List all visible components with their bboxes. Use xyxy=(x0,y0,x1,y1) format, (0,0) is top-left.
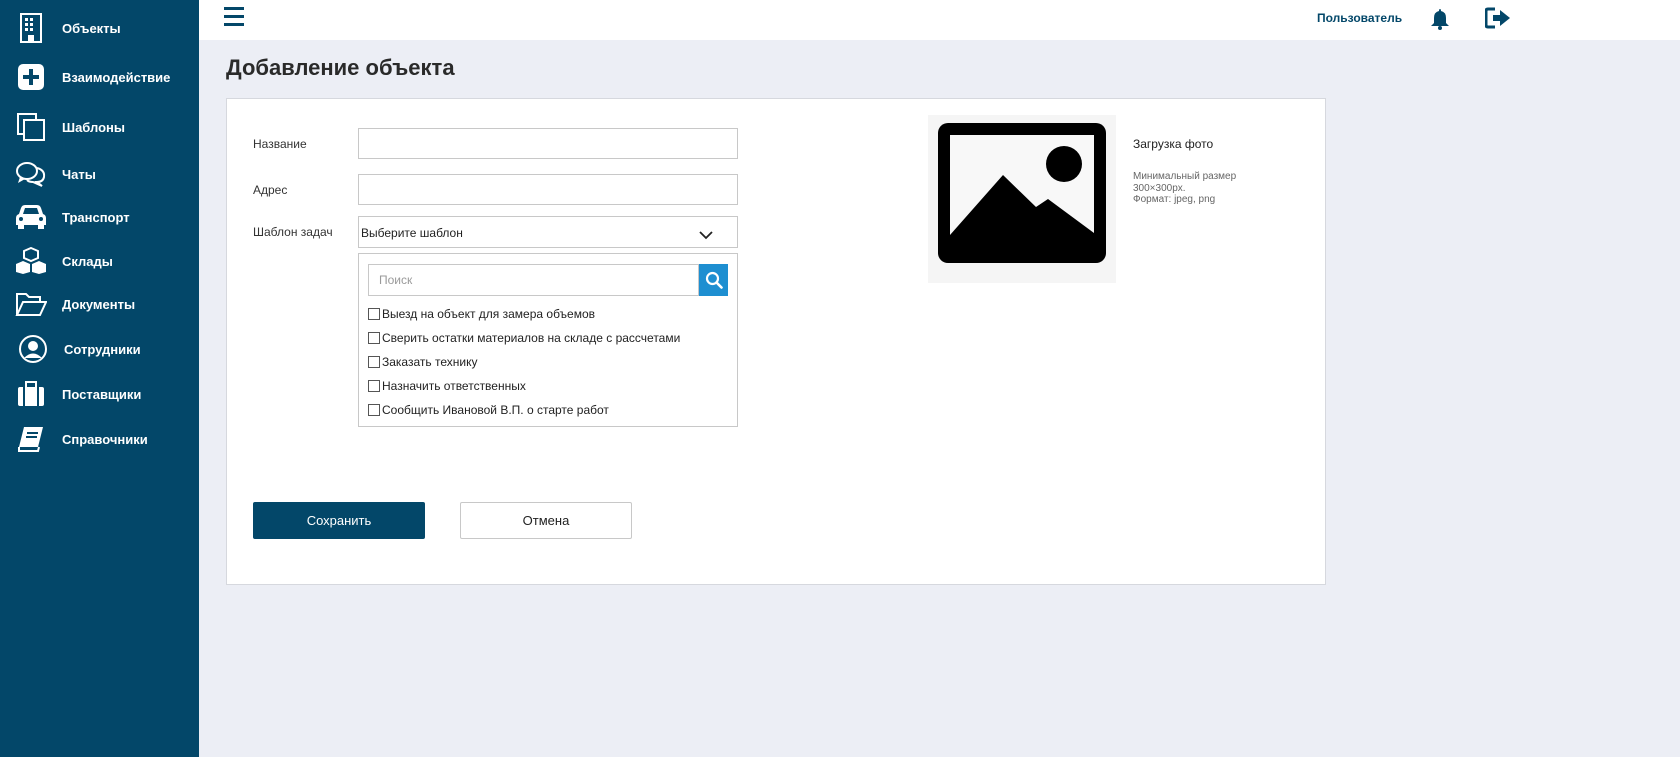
sidebar-item-label: Транспорт xyxy=(62,209,130,225)
sidebar-item-chats[interactable]: Чаты xyxy=(0,154,199,194)
sidebar-item-label: Документы xyxy=(62,296,136,312)
checkbox[interactable] xyxy=(368,308,380,320)
task-option[interactable]: Сообщить Ивановой В.П. о старте работ xyxy=(368,401,609,419)
hamburger-icon[interactable] xyxy=(224,7,244,29)
sidebar-item-documents[interactable]: Документы xyxy=(0,284,199,324)
task-option-label: Сверить остатки материалов на складе с р… xyxy=(382,331,681,345)
bell-icon[interactable] xyxy=(1430,8,1450,30)
upload-title: Загрузка фото xyxy=(1133,137,1214,151)
search-input[interactable] xyxy=(368,264,699,296)
boxes-icon xyxy=(15,245,47,277)
task-option[interactable]: Выезд на объект для замера объемов xyxy=(368,305,595,323)
photo-upload-area[interactable] xyxy=(928,115,1116,283)
save-button[interactable]: Сохранить xyxy=(253,502,425,539)
upload-hint: Минимальный размер xyxy=(1133,171,1237,182)
user-circle-icon xyxy=(17,333,49,365)
name-label: Название xyxy=(253,137,307,151)
sidebar-item-transport[interactable]: Транспорт xyxy=(0,197,199,237)
sidebar-item-suppliers[interactable]: Поставщики xyxy=(0,374,199,414)
task-option-label: Выезд на объект для замера объемов xyxy=(382,307,596,321)
page-title: Добавление объекта xyxy=(226,55,455,80)
sidebar-item-warehouses[interactable]: Склады xyxy=(0,241,199,281)
copy-icon xyxy=(15,111,47,143)
cancel-button[interactable]: Отмена xyxy=(460,502,632,539)
car-icon xyxy=(15,201,47,233)
briefcase-icon xyxy=(15,378,47,410)
building-icon xyxy=(15,12,47,44)
template-select[interactable]: Выберите шаблон xyxy=(358,216,738,248)
checkbox[interactable] xyxy=(368,332,380,344)
sidebar-item-label: Сотрудники xyxy=(64,341,141,357)
task-option-label: Назначить ответственных xyxy=(382,379,526,393)
sidebar-item-label: Склады xyxy=(62,253,113,269)
upload-hint: 300×300px. xyxy=(1133,183,1186,194)
task-option-label: Сообщить Ивановой В.П. о старте работ xyxy=(382,403,609,417)
sidebar-item-objects[interactable]: Объекты xyxy=(0,8,199,48)
sidebar-item-label: Объекты xyxy=(62,20,121,36)
task-option[interactable]: Назначить ответственных xyxy=(368,377,526,395)
sidebar-item-label: Взаимодействие xyxy=(62,69,171,85)
sidebar-item-label: Поставщики xyxy=(62,386,142,402)
sidebar-item-employees[interactable]: Сотрудники xyxy=(0,329,199,369)
sidebar-item-label: Чаты xyxy=(62,166,96,182)
checkbox[interactable] xyxy=(368,356,380,368)
logout-icon[interactable] xyxy=(1484,7,1511,29)
sidebar-item-label: Шаблоны xyxy=(62,119,125,135)
sidebar-item-templates[interactable]: Шаблоны xyxy=(0,107,199,147)
task-option[interactable]: Заказать технику xyxy=(368,353,477,371)
task-option-label: Заказать технику xyxy=(382,355,478,369)
upload-hint: Формат: jpeg, png xyxy=(1133,194,1216,205)
checkbox[interactable] xyxy=(368,380,380,392)
form-card: Название Адрес Шаблон задач Выберите шаб… xyxy=(226,98,1326,585)
search-button[interactable] xyxy=(699,264,728,296)
sidebar: Объекты Взаимодействие Шаблоны Чаты Тран… xyxy=(0,0,199,757)
plus-square-icon xyxy=(15,61,47,93)
sidebar-item-interaction[interactable]: Взаимодействие xyxy=(0,57,199,97)
name-field[interactable] xyxy=(358,128,738,159)
sidebar-item-references[interactable]: Справочники xyxy=(0,419,199,459)
image-placeholder-icon xyxy=(938,123,1106,263)
book-icon xyxy=(15,423,47,455)
task-option[interactable]: Сверить остатки материалов на складе с р… xyxy=(368,329,680,347)
chat-icon xyxy=(15,158,47,190)
address-label: Адрес xyxy=(253,183,288,197)
template-selected-value: Выберите шаблон xyxy=(361,226,463,240)
chevron-down-icon xyxy=(699,227,713,240)
template-label: Шаблон задач xyxy=(253,225,333,239)
topbar: Пользователь xyxy=(199,0,1680,40)
template-dropdown: Выезд на объект для замера объемов Свери… xyxy=(358,253,738,427)
address-field[interactable] xyxy=(358,174,738,205)
sidebar-item-label: Справочники xyxy=(62,431,148,447)
checkbox[interactable] xyxy=(368,404,380,416)
folder-open-icon xyxy=(15,288,47,320)
user-link[interactable]: Пользователь xyxy=(1317,11,1402,25)
search-icon xyxy=(705,271,723,289)
